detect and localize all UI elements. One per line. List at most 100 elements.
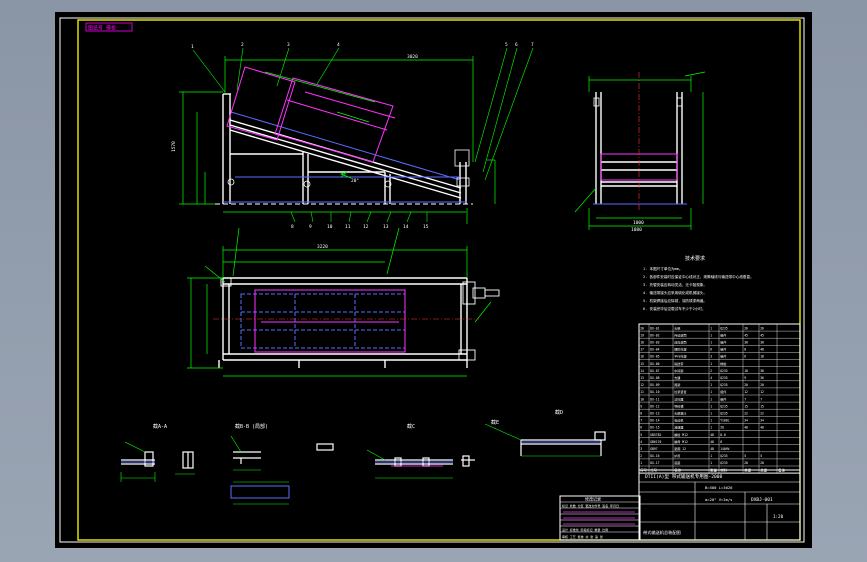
part-label-14: 14 [403, 224, 409, 230]
parts-table-cell: Q235 [720, 376, 728, 380]
parts-table-cell: 导料槽 [674, 403, 683, 408]
parts-table-cell: 26 [760, 326, 764, 330]
parts-table-cell: 橡胶 [720, 361, 726, 366]
parts-table-cell: 头部漏斗 [674, 411, 686, 416]
title-line-1: DTII(A)型 带式输送机专用图-2008 [645, 473, 723, 480]
dim-height: 1570 [171, 141, 177, 152]
parts-table-cell: 5 [640, 433, 642, 437]
parts-table-cell: DX-16 [650, 454, 659, 458]
parts-table-cell: 1 [710, 419, 712, 423]
parts-table-cell: 1 [710, 390, 712, 394]
parts-table-cell: 15 [744, 404, 748, 408]
note-4: 4. 输送带接头应采用硫化或机械接头。 [643, 290, 707, 295]
parts-table-cell: 18 [760, 355, 764, 359]
parts-table-cell: 22 [760, 412, 764, 416]
parts-table-cell: 电动机 [674, 418, 684, 423]
revision-heading: 修改记录 [585, 496, 601, 502]
note-5: 5. 机架焊接后应除锈，涂防锈漆两遍。 [643, 298, 707, 303]
title-line-2: B=500 L=3020 [705, 485, 733, 490]
parts-table-cell: 14 [640, 369, 644, 373]
note-6: 6. 安装完毕后空载试车不少于2小时。 [643, 306, 706, 311]
parts-table-cell: Q235 [720, 369, 728, 373]
parts-table-cell: 17 [640, 348, 644, 352]
parts-table-cell: Y100L [720, 419, 729, 423]
part-label-1: 1 [191, 44, 194, 50]
parts-table-cell: 9 [640, 404, 642, 408]
parts-table-cell: 36 [760, 369, 764, 373]
title-block: DTII(A)型 带式输送机专用图-2008 B=500 L=3020 α=20… [638, 469, 801, 541]
parts-table-cell: 3 [640, 447, 642, 451]
parts-table-cell: 2 [710, 369, 712, 373]
parts-table-cell: 组件 [720, 347, 726, 352]
parts-table-cell: DX-03 [650, 341, 659, 345]
parts-table-cell: 48 [710, 447, 714, 451]
parts-table-cell: 40 [744, 426, 748, 430]
parts-table-cell: 45 [760, 333, 764, 337]
parts-table-cell: 平行托辊 [674, 354, 686, 359]
parts-table-cell: 改向滚筒 [674, 340, 686, 345]
dim-plan-length: 3220 [317, 244, 328, 250]
parts-table-cell: 7 [744, 397, 746, 401]
part-label-12: 12 [363, 224, 369, 230]
parts-table-cell: 28 [744, 461, 748, 465]
parts-table-cell: 34 [760, 419, 764, 423]
parts-table-cell: 1 [710, 426, 712, 430]
parts-table-cell: 组件 [720, 332, 726, 337]
parts-table-cell: 3 [710, 355, 712, 359]
revision-line-2: 设计 标准化 阶段标记 重量 比例 [562, 527, 608, 532]
end-view: 1000 1080 [574, 71, 706, 233]
part-label-13: 13 [383, 224, 389, 230]
parts-table-cell: 7 [640, 419, 642, 423]
revision-line-3: 审核 工艺 批准 共 张 第 张 [562, 534, 603, 539]
part-label-6: 6 [515, 42, 518, 48]
parts-table-cell: 减速器 [674, 425, 683, 430]
parts-table-cell: 螺栓 M12 [674, 432, 688, 437]
layer-tag: 图纸号 模板 [88, 25, 116, 32]
cad-viewport[interactable]: 图纸号 模板 3020 1570 20° 1 2 3 4 5 6 7 8 9 1… [0, 0, 867, 562]
parts-table-cell: 6 [744, 355, 746, 359]
revision-line-1: 标记 处数 分区 更改文件号 签名 年月日 [562, 503, 619, 508]
parts-table-cell: ZQ [720, 426, 724, 430]
parts-table-cell: 19 [640, 333, 644, 337]
parts-table-cell: Q235 [720, 461, 728, 465]
parts-table-cell: 2 [640, 454, 642, 458]
note-3: 3. 托辊安装应转动灵活，无卡阻现象。 [643, 282, 707, 287]
parts-table-cell: 48 [710, 440, 714, 444]
parts-table-cell: 18 [640, 341, 644, 345]
parts-table-cell: 30 [744, 341, 748, 345]
parts-table-cell: 1 [710, 404, 712, 408]
parts-table-cell: 8 [640, 412, 642, 416]
parts-table-cell: Q235 [720, 412, 728, 416]
parts-table-cell: 15 [640, 362, 644, 366]
parts-table-cell: 中间架 [674, 368, 683, 373]
parts-table-cell: DX-13 [650, 412, 659, 416]
parts-table-cell: 12 [760, 390, 764, 394]
section-label-b: 截B-B (局部) [235, 423, 268, 430]
parts-table-cell: 13 [640, 376, 644, 380]
parts-table-cell: 26 [744, 326, 748, 330]
parts-table-cell: 清扫器 [674, 396, 683, 401]
parts-table-cell: 底座 [674, 460, 680, 465]
parts-table-cell: 1 [710, 383, 712, 387]
parts-table-cell: DX-01 [650, 326, 659, 330]
cad-drawing: 图纸号 模板 3020 1570 20° 1 2 3 4 5 6 7 8 9 1… [59, 17, 805, 543]
parts-table-cell: DX-04 [650, 348, 659, 352]
parts-table-cell: DX-08 [650, 376, 659, 380]
parts-table-cell: 20 [760, 383, 764, 387]
parts-table-cell: 10 [640, 397, 644, 401]
parts-table-cell: 组件 [720, 389, 726, 394]
parts-table-cell: 140HV [720, 447, 729, 451]
part-label-15: 15 [423, 224, 429, 230]
parts-table-cell: 20 [640, 326, 644, 330]
dim-angle: 20° [351, 178, 359, 184]
parts-table-cell: 螺母 M12 [674, 439, 688, 444]
product-name: 带式输送机总装配图 [643, 529, 681, 536]
parts-table-cell: 12 [640, 383, 644, 387]
parts-table-cell: 组件 [720, 354, 726, 359]
parts-table-cell: 4 [710, 376, 712, 380]
part-label-10: 10 [327, 224, 333, 230]
part-label-9: 9 [309, 224, 312, 230]
parts-table-cell: 槽形托辊 [674, 347, 686, 352]
drawing-sheet: 图纸号 模板 3020 1570 20° 1 2 3 4 5 6 7 8 9 1… [55, 12, 812, 548]
parts-table-cell: DX-11 [650, 397, 659, 401]
